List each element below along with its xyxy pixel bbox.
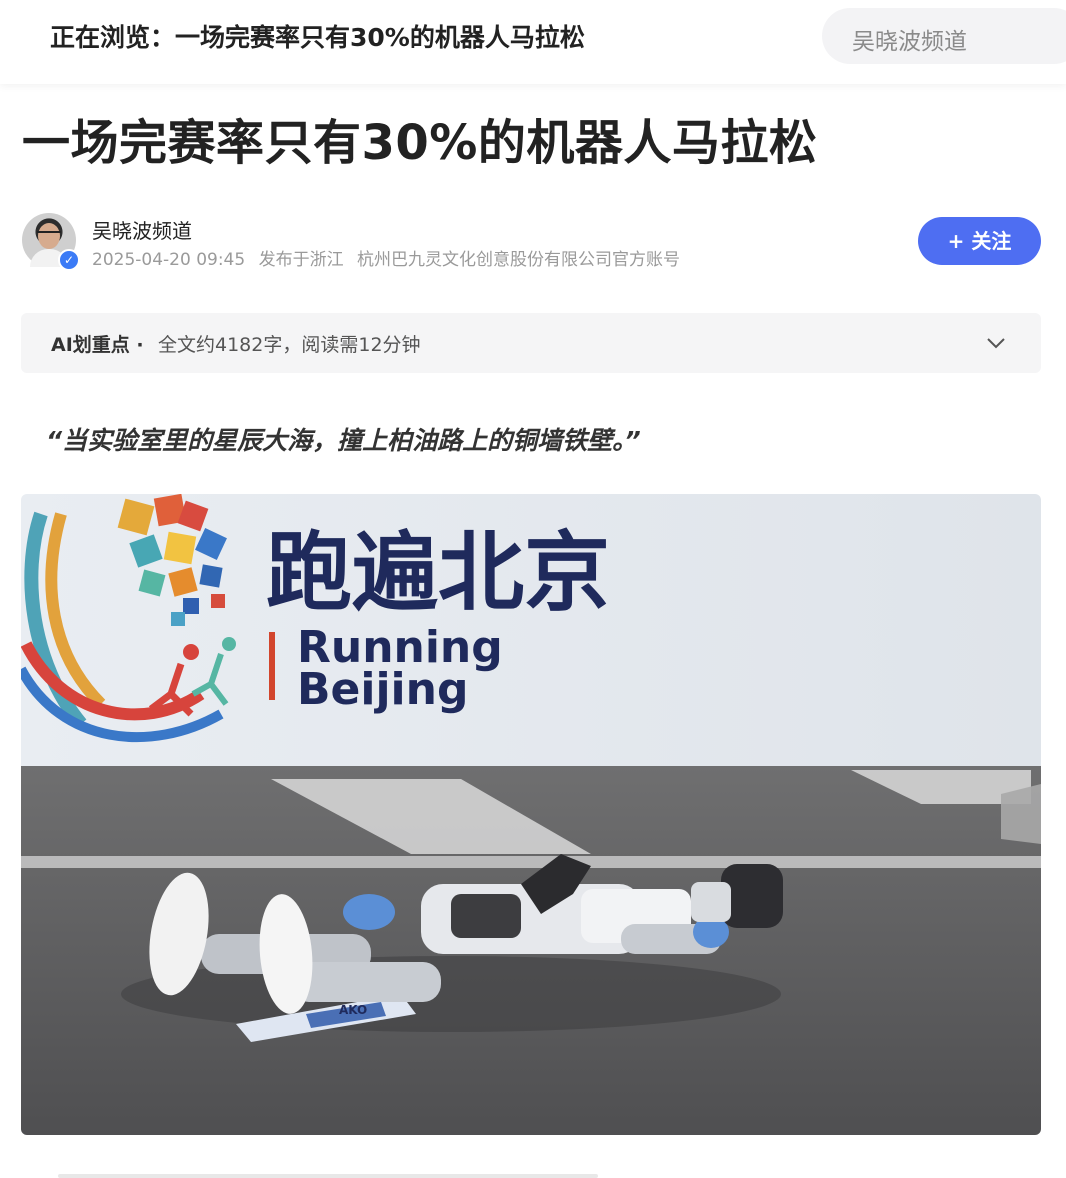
ai-summary-label: AI划重点 · <box>51 330 144 357</box>
ai-separator: · <box>136 334 144 356</box>
publish-datetime: 2025-04-20 09:45 <box>92 250 246 270</box>
road-line <box>21 856 1041 868</box>
bib-text: AKO <box>339 1003 367 1017</box>
top-bar: 正在浏览：一场完赛率只有30%的机器人马拉松 吴晓波频道 <box>0 0 1066 84</box>
search-placeholder: 吴晓波频道 <box>852 29 967 55</box>
publish-location: 发布于浙江 <box>258 250 344 270</box>
article-photo: 跑遍北京 Running Beijing AKO <box>21 494 1041 1135</box>
browsing-title: 正在浏览：一场完赛率只有30%的机器人马拉松 <box>50 23 585 52</box>
article-title: 一场完赛率只有30%的机器人马拉松 <box>22 115 818 171</box>
photo-illustration: 跑遍北京 Running Beijing AKO <box>21 494 1041 1135</box>
ai-label-text: AI划重点 <box>51 334 130 356</box>
search-input[interactable]: 吴晓波频道 <box>822 8 1066 64</box>
author-org: 杭州巴九灵文化创意股份有限公司官方账号 <box>357 250 681 270</box>
bottom-divider <box>58 1174 598 1178</box>
follow-button[interactable]: + 关注 <box>918 217 1041 265</box>
avatar[interactable]: ✓ <box>22 213 80 271</box>
chevron-down-icon[interactable] <box>984 331 1008 355</box>
ai-summary-info: 全文约4182字，阅读需12分钟 <box>158 334 421 356</box>
article-quote: “当实验室里的星辰大海，撞上柏油路上的铜墙铁壁。” <box>46 426 641 455</box>
sign-chinese: 跑遍北京 <box>266 523 610 623</box>
author-name[interactable]: 吴晓波频道 <box>92 215 192 244</box>
sign-english-beijing: Beijing <box>297 664 468 715</box>
ai-summary-bar[interactable]: AI划重点 · 全文约4182字，阅读需12分钟 <box>21 313 1041 373</box>
avatar-glasses <box>37 231 61 239</box>
sign-red-bar <box>269 632 275 700</box>
verified-icon: ✓ <box>58 249 80 271</box>
author-meta: 2025-04-20 09:45 发布于浙江 杭州巴九灵文化创意股份有限公司官方… <box>92 245 688 270</box>
